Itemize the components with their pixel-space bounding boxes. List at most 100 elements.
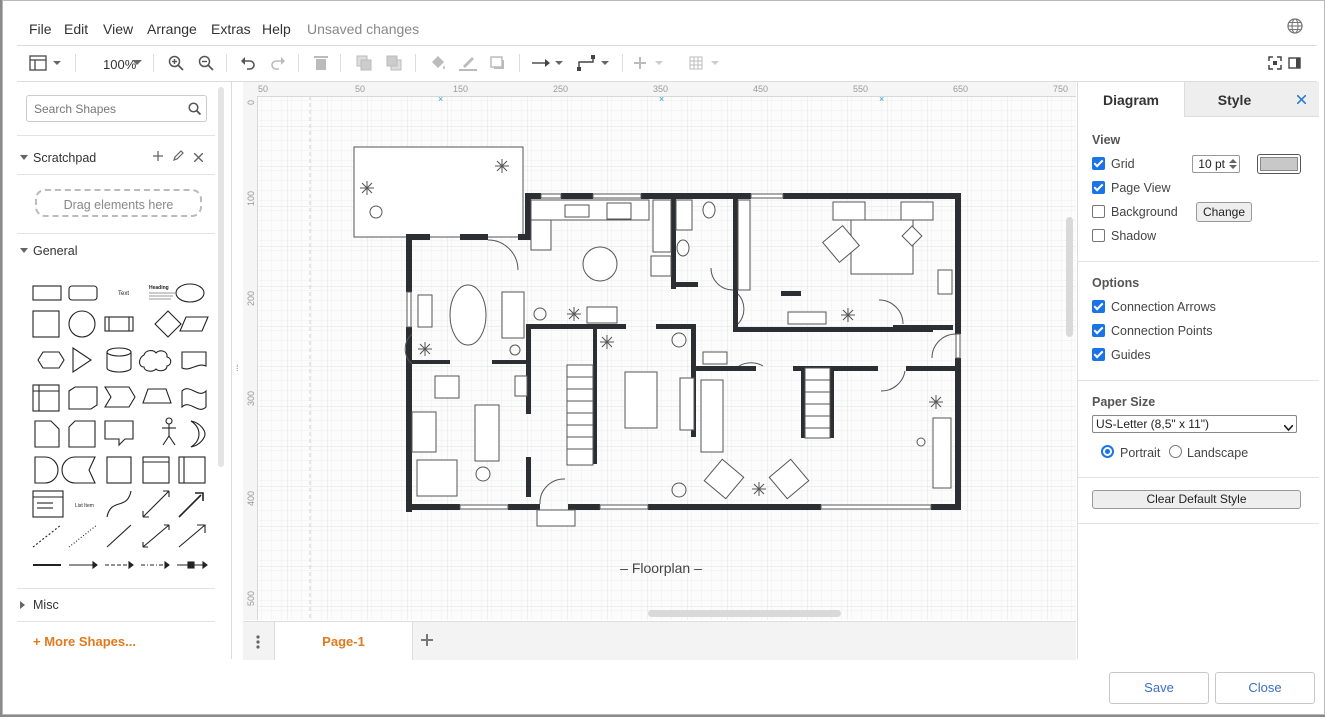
guides-label: Guides <box>1111 348 1151 362</box>
grid-size-stepper[interactable]: 10 pt <box>1192 155 1240 173</box>
shape-rounded-rectangle <box>68 285 98 301</box>
paper-size-select[interactable]: US-Letter (8,5" x 11") <box>1092 415 1297 433</box>
scratchpad-title[interactable]: Scratchpad <box>33 151 96 165</box>
general-caret-icon[interactable] <box>20 248 28 253</box>
unsaved-changes-status: Unsaved changes <box>307 21 420 37</box>
background-label: Background <box>1111 205 1178 219</box>
globe-icon[interactable] <box>1287 18 1303 34</box>
shape-hexagon <box>37 351 65 369</box>
delete-icon[interactable] <box>313 52 329 74</box>
portrait-label: Portrait <box>1120 446 1161 460</box>
shape-step <box>104 386 136 408</box>
landscape-label: Landscape <box>1187 446 1249 460</box>
more-shapes-link[interactable]: + More Shapes... <box>33 634 136 649</box>
zoom-out-icon[interactable] <box>197 52 215 74</box>
to-front-icon[interactable] <box>355 52 373 74</box>
misc-title[interactable]: Misc <box>33 598 59 612</box>
canvas-horizontal-scrollbar <box>648 610 841 617</box>
misc-caret-icon[interactable] <box>20 601 25 609</box>
landscape-radio[interactable] <box>1169 445 1182 458</box>
shape-parallelogram <box>179 316 209 332</box>
scratchpad-caret-icon[interactable] <box>20 155 28 160</box>
edit-pencil-icon[interactable] <box>173 150 184 164</box>
waypoints-icon[interactable] <box>577 52 611 74</box>
shape-note <box>34 420 60 448</box>
sidebar-scrollbar[interactable] <box>218 87 224 467</box>
redo-icon[interactable] <box>269 52 287 74</box>
sidebar-splitter-icon[interactable]: ⁞ <box>236 363 239 373</box>
add-icon[interactable] <box>153 150 163 164</box>
shape-curve <box>106 490 132 518</box>
menu-extras[interactable]: Extras <box>211 21 251 37</box>
connection-arrow-icon[interactable] <box>531 52 565 74</box>
clear-default-style-button[interactable]: Clear Default Style <box>1092 490 1301 509</box>
menu-file[interactable]: File <box>29 21 52 37</box>
floorplan-drawing[interactable]: – Floorplan – <box>243 82 1076 620</box>
undo-icon[interactable] <box>239 52 257 74</box>
connection-points-label: Connection Points <box>1111 324 1213 338</box>
search-icon[interactable] <box>188 102 202 118</box>
guides-checkbox[interactable] <box>1092 348 1105 361</box>
scratchpad-dropzone[interactable]: Drag elements here <box>35 189 202 217</box>
shape-circle <box>68 310 96 338</box>
page-view-checkbox[interactable] <box>1092 181 1105 194</box>
svg-text:Text: Text <box>118 291 129 297</box>
grid-checkbox[interactable] <box>1092 157 1105 170</box>
connection-points-checkbox[interactable] <box>1092 324 1105 337</box>
search-shapes-input[interactable] <box>27 96 184 121</box>
pages-menu-icon[interactable] <box>256 635 260 652</box>
add-page-icon[interactable] <box>420 633 434 650</box>
zoom-dropdown-icon[interactable] <box>131 52 143 74</box>
stepper-arrows-icon[interactable] <box>1228 157 1238 174</box>
save-button[interactable]: Save <box>1109 672 1209 704</box>
grid-color-swatch[interactable] <box>1257 154 1301 174</box>
tab-style[interactable]: Style <box>1184 82 1284 117</box>
chevron-down-icon <box>1283 420 1294 436</box>
general-title[interactable]: General <box>33 244 77 258</box>
fullscreen-icon[interactable] <box>1267 52 1283 74</box>
paper-size-section-title: Paper Size <box>1092 395 1156 409</box>
menu-help[interactable]: Help <box>262 21 291 37</box>
shape-bidirectional-arrow <box>142 490 170 518</box>
portrait-radio[interactable] <box>1101 445 1114 458</box>
shape-trapezoid <box>142 388 172 404</box>
connection-arrows-checkbox[interactable] <box>1092 300 1105 313</box>
format-panel-icon[interactable] <box>1287 52 1303 74</box>
shapes-sidebar: Scratchpad Drag elements here General <box>17 82 232 659</box>
shape-container <box>32 490 64 518</box>
tab-diagram[interactable]: Diagram <box>1078 82 1184 117</box>
fill-color-icon[interactable] <box>429 52 447 74</box>
diagram-canvas[interactable]: × × × 50 50 150 250 350 450 550 650 750 0 … <box>243 82 1076 620</box>
shadow-checkbox[interactable] <box>1092 229 1105 242</box>
balcony <box>353 146 524 238</box>
shape-frame <box>142 456 170 484</box>
close-button[interactable]: Close <box>1215 672 1315 704</box>
shape-tape <box>181 388 207 410</box>
insert-icon[interactable] <box>633 52 667 74</box>
to-back-icon[interactable] <box>385 52 403 74</box>
menu-edit[interactable]: Edit <box>64 21 88 37</box>
zoom-in-icon[interactable] <box>167 52 185 74</box>
format-panel-toggle-icon[interactable] <box>29 52 63 74</box>
options-section-title: Options <box>1092 276 1140 290</box>
line-color-icon[interactable] <box>459 52 477 74</box>
menu-view[interactable]: View <box>103 21 133 37</box>
panel-close-area <box>1284 82 1319 117</box>
background-checkbox[interactable] <box>1092 205 1105 218</box>
format-panel: Diagram Style View Grid 10 pt Page View … <box>1077 82 1319 659</box>
page-tabs-bar: Page-1 <box>243 621 1076 660</box>
close-icon[interactable] <box>193 151 204 165</box>
shape-internal-storage <box>32 384 60 412</box>
change-background-button[interactable]: Change <box>1196 202 1252 222</box>
tab-page-1[interactable]: Page-1 <box>274 622 413 660</box>
close-panel-icon[interactable] <box>1296 93 1307 107</box>
table-icon[interactable] <box>689 52 723 74</box>
grid-size-value: 10 pt <box>1198 157 1225 171</box>
menu-arrange[interactable]: Arrange <box>147 21 197 37</box>
search-shapes-box <box>26 95 207 122</box>
page-view-label: Page View <box>1111 181 1171 195</box>
canvas-vertical-scrollbar <box>1066 217 1073 337</box>
general-shapes-palette[interactable]: Text Heading List Item <box>27 275 217 575</box>
shape-cube <box>68 386 98 410</box>
shadow-icon[interactable] <box>489 52 507 74</box>
